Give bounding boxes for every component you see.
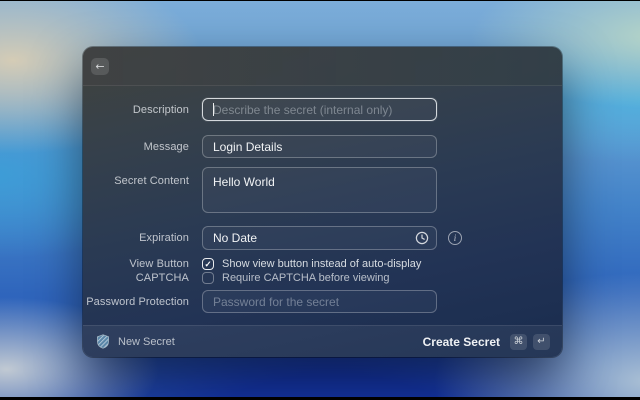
captcha-row: CAPTCHA ✓ Require CAPTCHA before viewing [83,271,562,285]
clock-icon[interactable] [415,231,429,245]
message-label: Message [83,141,189,153]
captcha-option-text: Require CAPTCHA before viewing [222,272,390,284]
shield-icon [96,334,110,349]
view-button-label: View Button [83,258,189,270]
create-secret-button[interactable]: Create Secret ⌘ ↵ [423,334,550,350]
secret-content-row: Secret Content Hello World [83,167,562,213]
description-field [202,98,437,121]
new-secret-form: Description Message Secret Content Hello… [83,86,562,325]
password-protection-field [202,290,437,313]
new-secret-window: ← Description Message Secret C [83,47,562,357]
app-title: New Secret [118,336,175,348]
description-label: Description [83,104,189,116]
return-key-icon: ↵ [533,334,550,350]
view-button-option-text: Show view button instead of auto-display [222,258,421,270]
text-caret [213,103,214,116]
password-protection-label: Password Protection [83,296,189,308]
check-icon: ✓ [204,259,211,270]
expiration-input[interactable] [203,227,436,249]
secret-content-field: Hello World [202,167,437,213]
description-row: Description [83,98,562,121]
info-icon[interactable]: i [448,231,462,245]
message-field [202,135,437,158]
captcha-checkbox[interactable]: ✓ [202,272,214,284]
captcha-label: CAPTCHA [83,272,189,284]
window-footer: New Secret Create Secret ⌘ ↵ [83,325,562,357]
description-input[interactable] [203,99,436,120]
back-button[interactable]: ← [91,58,109,75]
command-key-icon: ⌘ [510,334,527,350]
expiration-row: Expiration i [83,226,562,250]
password-protection-row: Password Protection [83,290,562,313]
secret-content-textarea[interactable]: Hello World [203,168,436,212]
footer-app-identity: New Secret [96,334,175,349]
view-button-checkbox[interactable]: ✓ [202,258,214,270]
create-secret-label: Create Secret [423,335,500,349]
expiration-field[interactable] [202,226,437,250]
expiration-label: Expiration [83,232,189,244]
view-button-row: View Button ✓ Show view button instead o… [83,257,562,271]
window-titlebar: ← [83,47,562,86]
message-input[interactable] [203,136,436,157]
message-row: Message [83,135,562,158]
desktop: ← Description Message Secret C [0,0,640,400]
secret-content-label: Secret Content [83,167,189,187]
password-protection-input[interactable] [203,291,436,312]
back-arrow-icon: ← [95,60,104,73]
